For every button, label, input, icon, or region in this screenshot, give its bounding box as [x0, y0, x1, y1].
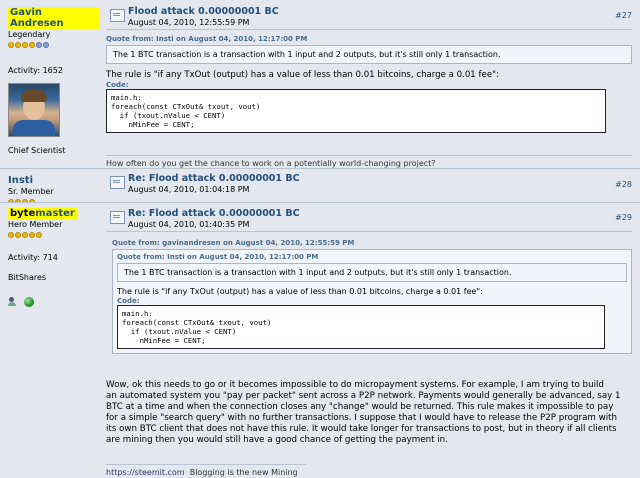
- star-icon: [36, 42, 42, 48]
- message-icon: [110, 9, 125, 22]
- author-name[interactable]: Gavin Andresen: [8, 7, 100, 29]
- post-content: Flood attack 0.00000001 BC August 04, 20…: [106, 5, 632, 168]
- quote-header[interactable]: Quote from: gavinandresen on August 04, …: [112, 239, 632, 247]
- avatar: [8, 83, 60, 137]
- rank-stars: [8, 231, 100, 238]
- website-icon[interactable]: [24, 297, 34, 307]
- post-title[interactable]: Re: Flood attack 0.00000001 BC: [128, 208, 300, 219]
- post-date: August 04, 2010, 01:40:35 PM: [128, 220, 250, 229]
- code-line: if (txout.nValue < CENT): [122, 327, 237, 336]
- code-line: nMinFee = CENT;: [111, 120, 195, 129]
- code-label: Code:: [117, 297, 140, 305]
- nested-quote-area: Quote from: gavinandresen on August 04, …: [112, 239, 632, 354]
- post-29: bytemaster Hero Member Activity: 714 Bit…: [0, 203, 640, 478]
- quote-box: Quote from: Insti on August 04, 2010, 12…: [112, 249, 632, 354]
- author-name-part: byte: [10, 208, 36, 219]
- activity: Activity: 714: [8, 253, 100, 262]
- code-block: main.h: foreach(const CTxOut& txout, vout…: [106, 89, 606, 133]
- custom-title: Chief Scientist: [8, 146, 66, 155]
- post-27: Gavin Andresen Legendary Activity: 1652 …: [0, 0, 640, 181]
- author-rank: Hero Member: [8, 220, 63, 229]
- code-line: main.h:: [122, 309, 153, 318]
- post-header: Flood attack 0.00000001 BC August 04, 20…: [106, 5, 632, 30]
- author-name[interactable]: bytemaster: [8, 208, 77, 219]
- post-content: Re: Flood attack 0.00000001 BC August 04…: [106, 207, 632, 477]
- message-icon: [110, 211, 125, 224]
- star-icon: [8, 42, 14, 48]
- star-icon: [22, 232, 28, 238]
- quote-box: The 1 BTC transaction is a transaction w…: [106, 45, 632, 64]
- post-header: Re: Flood attack 0.00000001 BC August 04…: [106, 207, 632, 232]
- code-line: foreach(const CTxOut& txout, vout): [122, 318, 272, 327]
- post-title[interactable]: Flood attack 0.00000001 BC: [128, 6, 279, 17]
- star-icon: [15, 42, 21, 48]
- quote-header[interactable]: Quote from: Insti on August 04, 2010, 12…: [106, 35, 632, 43]
- message-icon: [110, 176, 125, 189]
- body-line: BTC at a time and when the connection cl…: [106, 402, 614, 412]
- quote-header[interactable]: Quote from: Insti on August 04, 2010, 12…: [117, 253, 627, 261]
- post-text: The rule is "if any TxOut (output) has a…: [106, 70, 499, 80]
- signature-link[interactable]: https://steemit.com: [106, 468, 185, 477]
- post-number[interactable]: #27: [615, 11, 632, 20]
- activity-value: 714: [42, 253, 58, 262]
- body-line: an automated system you "pay per packet"…: [106, 391, 621, 401]
- code-line: main.h:: [111, 93, 142, 102]
- star-icon: [8, 232, 14, 238]
- signature-area: How often do you get the chance to work …: [106, 155, 632, 168]
- star-icon: [43, 42, 49, 48]
- author-name[interactable]: Insti: [8, 175, 100, 186]
- signature-area: https://steemit.com Blogging is the new …: [106, 464, 306, 477]
- signature-text: How often do you get the chance to work …: [106, 159, 436, 168]
- post-28: Insti Sr. Member Re: Flood attack 0.0000…: [0, 169, 640, 205]
- signature-text: https://steemit.com Blogging is the new …: [106, 468, 306, 477]
- post-number[interactable]: #28: [615, 180, 632, 189]
- author-rank: Legendary: [8, 30, 51, 39]
- quote-box: The 1 BTC transaction is a transaction w…: [117, 263, 627, 282]
- post-body: Wow, ok this needs to go or it becomes i…: [106, 380, 632, 446]
- post-content: Re: Flood attack 0.00000001 BC August 04…: [106, 172, 632, 196]
- star-icon: [22, 42, 28, 48]
- rank-stars: [8, 41, 100, 48]
- profile-icon[interactable]: [8, 297, 18, 307]
- profile-icons: [8, 297, 100, 309]
- quote-text: The 1 BTC transaction is a transaction w…: [124, 268, 512, 277]
- star-icon: [29, 42, 35, 48]
- quote-text: The rule is "if any TxOut (output) has a…: [117, 287, 483, 296]
- post-date: August 04, 2010, 12:55:59 PM: [128, 18, 250, 27]
- code-line: nMinFee = CENT;: [122, 336, 206, 345]
- activity-label: Activity:: [8, 66, 41, 75]
- code-label: Code:: [106, 81, 129, 89]
- author-panel: Gavin Andresen Legendary Activity: 1652 …: [8, 7, 100, 183]
- code-line: foreach(const CTxOut& txout, vout): [111, 102, 261, 111]
- body-line: for a simple "search query" with no furt…: [106, 413, 618, 423]
- star-icon: [29, 232, 35, 238]
- code-block: main.h: foreach(const CTxOut& txout, vout…: [117, 305, 605, 349]
- post-header: Re: Flood attack 0.00000001 BC August 04…: [106, 172, 632, 196]
- author-name-part: master: [35, 208, 75, 219]
- star-icon: [36, 232, 42, 238]
- body-line: Wow, ok this needs to go or it becomes i…: [106, 380, 604, 390]
- body-line: its own BTC client that does not have th…: [106, 424, 617, 434]
- code-line: if (txout.nValue < CENT): [111, 111, 226, 120]
- activity-label: Activity:: [8, 253, 41, 262]
- body-line: are mining then you would still have a g…: [106, 435, 448, 445]
- author-rank: Sr. Member: [8, 187, 54, 196]
- custom-title: BitShares: [8, 273, 47, 282]
- author-panel: bytemaster Hero Member Activity: 714 Bit…: [8, 208, 100, 309]
- post-date: August 04, 2010, 01:04:18 PM: [128, 185, 250, 194]
- activity: Activity: 1652: [8, 66, 100, 75]
- signature-slogan: Blogging is the new Mining: [189, 468, 298, 477]
- quote-text: The 1 BTC transaction is a transaction w…: [113, 50, 501, 59]
- activity-value: 1652: [42, 66, 63, 75]
- post-title[interactable]: Re: Flood attack 0.00000001 BC: [128, 173, 300, 184]
- author-panel: Insti Sr. Member: [8, 175, 100, 205]
- post-number[interactable]: #29: [615, 213, 632, 222]
- star-icon: [15, 232, 21, 238]
